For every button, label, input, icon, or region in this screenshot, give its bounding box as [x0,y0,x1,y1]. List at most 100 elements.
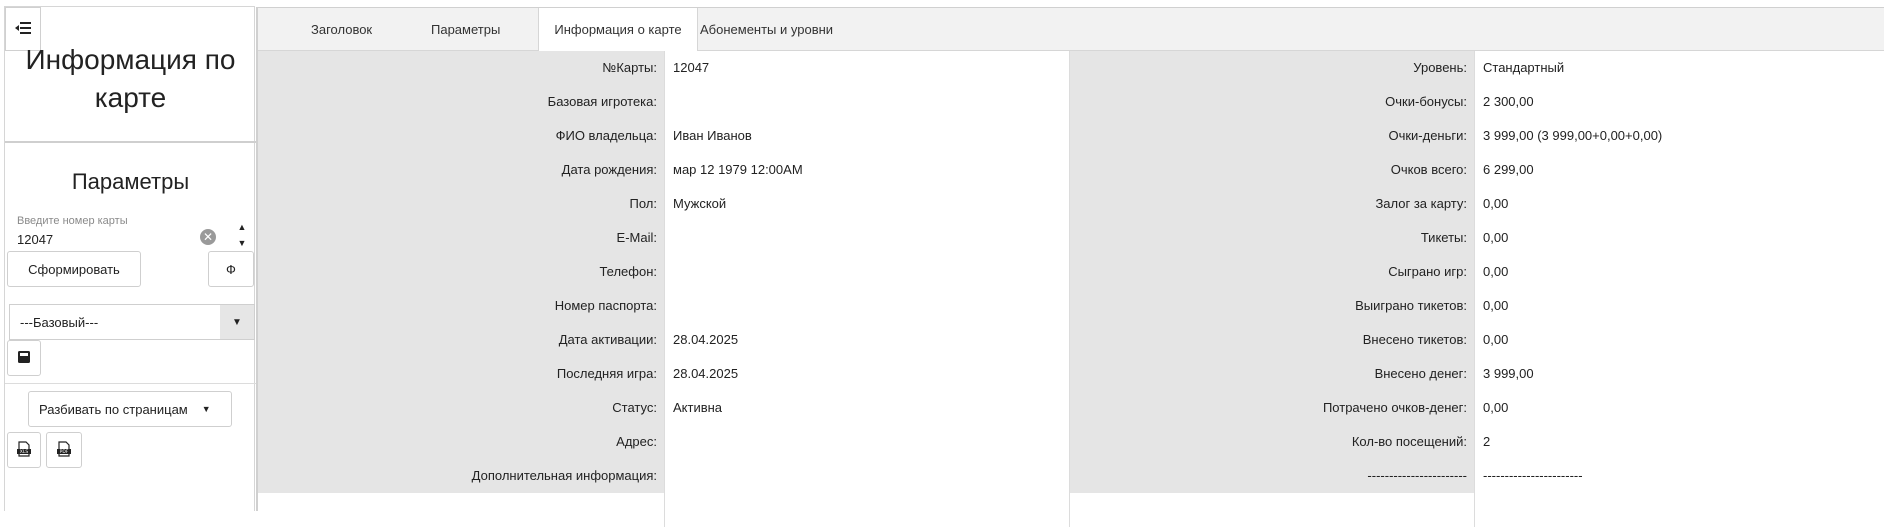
field-label: Потрачено очков-денег: [1069,391,1474,425]
export-pdf-button[interactable]: PDF [46,432,82,468]
save-icon [17,350,31,367]
field-label: Номер паспорта: [258,289,664,323]
field-label: ФИО владельца: [258,119,664,153]
menu-collapse-icon [15,21,31,38]
field-label: Сыграно игр: [1069,255,1474,289]
field-value: 28.04.2025 [664,357,1069,391]
table-row: Статус: Активна Потрачено очков-денег: 0… [258,391,1884,425]
table-row: E-Mail: Тикеты: 0,00 [258,221,1884,255]
field-value: Иван Иванов [664,119,1069,153]
field-value: Стандартный [1474,51,1884,85]
save-button[interactable] [7,340,41,376]
field-value [664,425,1069,459]
table-row: Дополнительная информация: -------------… [258,459,1884,493]
level-select-value: ---Базовый--- [20,315,99,330]
export-xlsx-button[interactable]: XLS [7,432,41,468]
pdf-file-icon: PDF [56,440,72,460]
params-title: Параметры [71,169,190,194]
field-value [664,255,1069,289]
field-value: мар 12 1979 12:00AM [664,153,1069,187]
tab-bar: Заголовок Параметры Информация о карте А… [258,8,1884,52]
table-row: Адрес: Кол-во посещений: 2 [258,425,1884,459]
tab-subscriptions-levels[interactable]: Абонементы и уровни [700,8,833,51]
generate-button[interactable]: Сформировать [7,251,141,287]
field-label: Дата рождения: [258,153,664,187]
field-value: 2 [1474,425,1884,459]
field-label: Очки-деньги: [1069,119,1474,153]
table-row [258,493,1884,527]
table-row: Дата рождения: мар 12 1979 12:00AM Очков… [258,153,1884,187]
table-row: Дата активации: 28.04.2025 Внесено тикет… [258,323,1884,357]
field-label: Очков всего: [1069,153,1474,187]
field-label: №Карты: [258,51,664,85]
field-value: 0,00 [1474,187,1884,221]
field-value: Активна [664,391,1069,425]
field-label: Базовая игротека: [258,85,664,119]
field-label: Залог за карту: [1069,187,1474,221]
chevron-down-icon[interactable]: ▼ [220,305,254,339]
field-label: Дата активации: [258,323,664,357]
filter-button[interactable]: Ф [208,251,254,287]
field-value: 3 999,00 (3 999,00+0,00+0,00) [1474,119,1884,153]
field-label: Последняя игра: [258,357,664,391]
svg-text:XLS: XLS [20,449,29,455]
page-title: Информация по карте [25,44,236,113]
caret-down-icon: ▼ [201,404,211,414]
table-row: Последняя игра: 28.04.2025 Внесено денег… [258,357,1884,391]
field-label: Адрес: [258,425,664,459]
field-label: Статус: [258,391,664,425]
field-value: 28.04.2025 [664,323,1069,357]
field-value: 0,00 [1474,391,1884,425]
pagination-dropdown[interactable]: Разбивать по страницам ▼ [28,391,232,427]
field-value: 3 999,00 [1474,357,1884,391]
level-select[interactable]: ---Базовый--- ▼ [9,304,255,340]
tab-card-info[interactable]: Информация о карте [538,8,698,52]
field-label: Внесено денег: [1069,357,1474,391]
field-label: E-Mail: [258,221,664,255]
left-sidebar: Информация по карте Параметры Введите но… [4,6,256,511]
field-label: ----------------------- [1069,459,1474,493]
svg-text:PDF: PDF [60,449,69,455]
table-row: ФИО владельца: Иван Иванов Очки-деньги: … [258,119,1884,153]
field-value: 6 299,00 [1474,153,1884,187]
table-row: Пол: Мужской Залог за карту: 0,00 [258,187,1884,221]
field-value: 0,00 [1474,323,1884,357]
empty-cell [1474,493,1884,527]
field-value [664,289,1069,323]
empty-cell [1069,493,1474,527]
table-row: Телефон: Сыграно игр: 0,00 [258,255,1884,289]
field-value: 0,00 [1474,289,1884,323]
tab-parameters[interactable]: Параметры [431,8,500,51]
tab-header[interactable]: Заголовок [311,8,372,51]
field-label: Уровень: [1069,51,1474,85]
card-number-field[interactable]: Введите номер карты 12047 ✕ [9,215,234,253]
xlsx-file-icon: XLS [16,440,32,460]
pagination-label: Разбивать по страницам [39,401,188,417]
stepper-down-icon[interactable]: ▼ [235,235,249,251]
field-label: Дополнительная информация: [258,459,664,493]
field-value: 2 300,00 [1474,85,1884,119]
field-label: Выиграно тикетов: [1069,289,1474,323]
field-value: ----------------------- [1474,459,1884,493]
card-number-stepper[interactable]: ▲ ▼ [235,219,249,253]
empty-cell [664,493,1069,527]
table-row: №Карты: 12047 Уровень: Стандартный [258,51,1884,85]
divider [5,141,256,143]
field-label: Очки-бонусы: [1069,85,1474,119]
field-label: Пол: [258,187,664,221]
divider [5,383,256,384]
card-number-label: Введите номер карты [17,215,128,227]
field-value: 0,00 [1474,255,1884,289]
field-value [664,459,1069,493]
field-label: Тикеты: [1069,221,1474,255]
card-number-input[interactable]: 12047 [17,232,53,247]
field-value [664,85,1069,119]
field-label: Телефон: [258,255,664,289]
clear-icon[interactable]: ✕ [200,229,216,245]
field-label: Кол-во посещений: [1069,425,1474,459]
field-label: Внесено тикетов: [1069,323,1474,357]
field-value: 0,00 [1474,221,1884,255]
empty-cell [258,493,664,527]
stepper-up-icon[interactable]: ▲ [235,219,249,235]
field-value: Мужской [664,187,1069,221]
